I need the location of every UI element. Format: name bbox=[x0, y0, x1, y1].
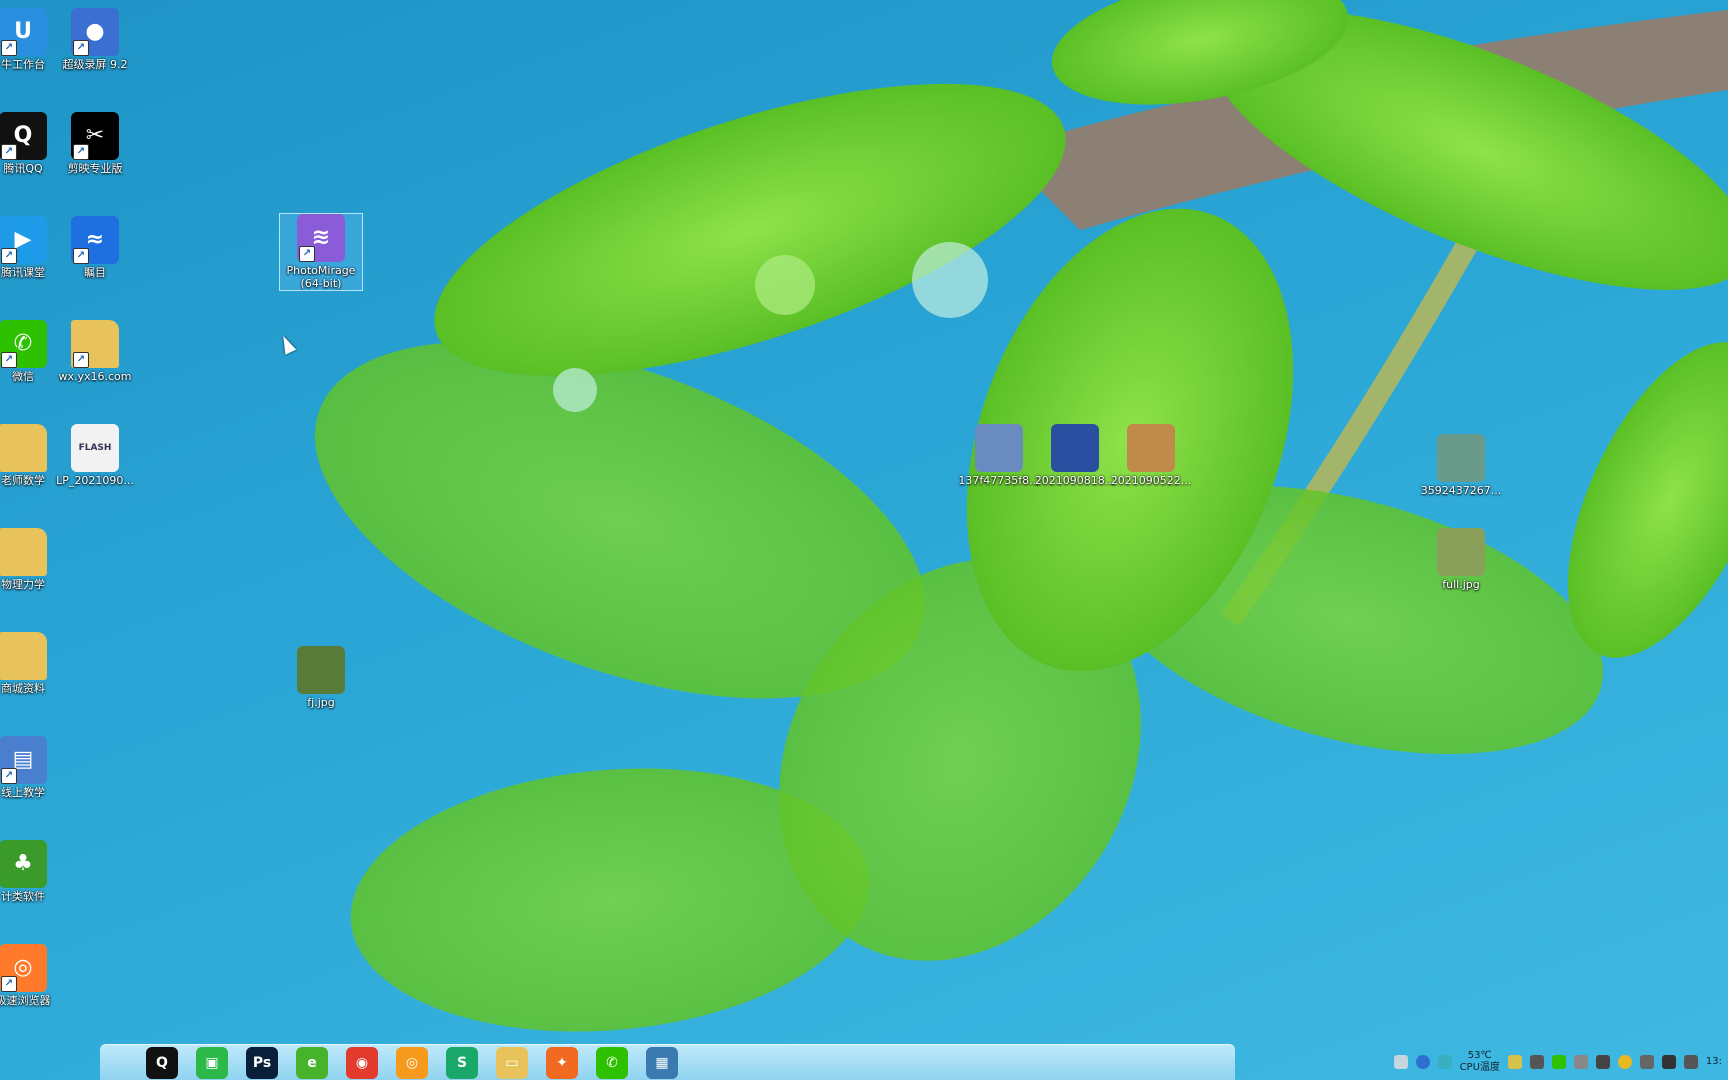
desktop-icon[interactable]: FLASH LP_2021090... bbox=[54, 424, 136, 487]
desktop-icon-label: 计类软件 bbox=[1, 890, 45, 903]
shortcut-arrow-icon: ↗ bbox=[73, 352, 89, 368]
flash-file-icon: FLASH bbox=[71, 424, 119, 472]
desktop-icon-label: 2021090522... bbox=[1110, 474, 1192, 487]
taskbar: Q ▣ Ps e ◉ ◎ S ▭ ✦ ✆ ▦ bbox=[100, 1044, 1235, 1080]
qq-taskbar-icon[interactable]: Q bbox=[146, 1046, 178, 1079]
screenshot-taskbar-icon[interactable]: ▣ bbox=[196, 1046, 228, 1079]
desktop-icon[interactable]: ≋ ↗ PhotoMirage (64-bit) bbox=[279, 213, 363, 291]
photomirage-icon: ≋ ↗ bbox=[297, 214, 345, 262]
volume-icon[interactable] bbox=[1661, 1055, 1676, 1069]
display-icon[interactable] bbox=[1639, 1055, 1654, 1069]
cpu-temp-label: CPU温度 bbox=[1459, 1062, 1500, 1073]
desktop-icon[interactable]: ↗ wx.yx16.com bbox=[54, 320, 136, 383]
folder-icon: ↗ bbox=[71, 320, 119, 368]
desktop-icon-label: 极速浏览器 bbox=[0, 994, 51, 1007]
desktop-icon-label: 2021090818... bbox=[1034, 474, 1116, 487]
desktop-icon-label: 超级录屏 9.2 bbox=[62, 58, 128, 71]
video-file-icon bbox=[1051, 424, 1099, 472]
browser-icon: ◎ ↗ bbox=[0, 944, 47, 992]
video-file-icon bbox=[975, 424, 1023, 472]
tree-icon: ♣ bbox=[0, 840, 47, 888]
network-computers-icon: ▤ ↗ bbox=[0, 736, 47, 784]
wechat-taskbar-icon[interactable]: ✆ bbox=[596, 1046, 628, 1079]
folder-icon bbox=[0, 632, 47, 680]
jianying-icon: ✂ ↗ bbox=[71, 112, 119, 160]
speed-browser-taskbar-icon[interactable]: ◎ bbox=[396, 1046, 428, 1079]
image-file-icon bbox=[1437, 434, 1485, 482]
chrome-taskbar-icon[interactable]: ◉ bbox=[346, 1046, 378, 1079]
desktop-icon-label: wx.yx16.com bbox=[58, 370, 132, 383]
workbench-icon: U ↗ bbox=[0, 8, 47, 56]
qq-penguin-icon: Q ↗ bbox=[0, 112, 47, 160]
shortcut-arrow-icon: ↗ bbox=[1, 976, 17, 992]
desktop-icon-label: 商城资料 bbox=[1, 682, 45, 695]
cpu-temperature[interactable]: 53℃ CPU温度 bbox=[1460, 1050, 1500, 1074]
browser-green-taskbar-icon[interactable]: e bbox=[296, 1046, 328, 1079]
desktop-icon[interactable]: 3592437267... bbox=[1420, 434, 1502, 497]
photo-viewer-taskbar-icon[interactable]: ▦ bbox=[646, 1046, 678, 1079]
file-explorer-taskbar-icon[interactable]: ▭ bbox=[496, 1046, 528, 1079]
shortcut-arrow-icon: ↗ bbox=[1, 768, 17, 784]
desktop-icon-label: full.jpg bbox=[1442, 578, 1480, 591]
desktop-icon-label: 3592437267... bbox=[1420, 484, 1502, 497]
image-file-icon bbox=[297, 646, 345, 694]
desktop-icon-label: 线上教学 bbox=[1, 786, 45, 799]
zhumu-icon: ≈ ↗ bbox=[71, 216, 119, 264]
shortcut-arrow-icon: ↗ bbox=[1, 352, 17, 368]
desktop-icon[interactable]: 2021090818... bbox=[1034, 424, 1116, 487]
folder-icon bbox=[0, 424, 47, 472]
cpu-temp-value: 53℃ bbox=[1467, 1050, 1492, 1061]
clock-time: 13: bbox=[1705, 1056, 1722, 1067]
wechat-icon: ✆ ↗ bbox=[0, 320, 47, 368]
image-file-icon bbox=[1437, 528, 1485, 576]
desktop-icon[interactable]: ≈ ↗ 瞩目 bbox=[54, 216, 136, 279]
desktop-icon[interactable]: ♣ 计类软件 bbox=[0, 840, 64, 903]
help-icon[interactable] bbox=[1415, 1055, 1430, 1069]
wechat-tray-icon[interactable] bbox=[1551, 1055, 1566, 1069]
tencent-classroom-icon: ▶ ↗ bbox=[0, 216, 47, 264]
shortcut-arrow-icon: ↗ bbox=[73, 144, 89, 160]
desktop-icon-label: 剪映专业版 bbox=[67, 162, 123, 175]
desktop-icon[interactable]: 商城资料 bbox=[0, 632, 64, 695]
desktop-icon[interactable]: 物理力学 bbox=[0, 528, 64, 591]
desktop-icon-label: LP_2021090... bbox=[56, 474, 134, 487]
system-tray: 53℃ CPU温度 13: bbox=[1308, 1044, 1728, 1080]
thermometer-icon[interactable] bbox=[1573, 1055, 1588, 1069]
desktop-icon[interactable]: full.jpg bbox=[1420, 528, 1502, 591]
update-icon[interactable] bbox=[1617, 1055, 1632, 1069]
desktop-icon-label: 物理力学 bbox=[1, 578, 45, 591]
shortcut-arrow-icon: ↗ bbox=[1, 144, 17, 160]
desktop-icon-label: 137f47735f8... bbox=[958, 474, 1040, 487]
shortcut-arrow-icon: ↗ bbox=[1, 40, 17, 56]
desktop-icon[interactable]: fj.jpg bbox=[280, 646, 362, 709]
shortcut-arrow-icon: ↗ bbox=[299, 246, 315, 262]
screen-recorder-icon: ● ↗ bbox=[71, 8, 119, 56]
folder-icon bbox=[0, 528, 47, 576]
desktop-icon[interactable]: 137f47735f8... bbox=[958, 424, 1040, 487]
clock[interactable]: 13: bbox=[1706, 1056, 1722, 1068]
wps-taskbar-icon[interactable]: S bbox=[446, 1046, 478, 1079]
desktop-icon[interactable]: 2021090522... bbox=[1110, 424, 1192, 487]
desktop-icon-label: fj.jpg bbox=[307, 696, 335, 709]
desktop-icon[interactable]: ✂ ↗ 剪映专业版 bbox=[54, 112, 136, 175]
firefox-taskbar-icon[interactable]: ✦ bbox=[546, 1046, 578, 1079]
shortcut-arrow-icon: ↗ bbox=[73, 40, 89, 56]
wifi-icon[interactable] bbox=[1683, 1055, 1698, 1069]
desktop-icon[interactable]: ● ↗ 超级录屏 9.2 bbox=[54, 8, 136, 71]
user-icon[interactable] bbox=[1595, 1055, 1610, 1069]
desktop-icon[interactable]: ◎ ↗ 极速浏览器 bbox=[0, 944, 64, 1007]
desktop-icon-label: 瞩目 bbox=[84, 266, 106, 279]
network-speed-icon[interactable] bbox=[1437, 1055, 1452, 1069]
video-file-icon bbox=[1127, 424, 1175, 472]
shortcut-arrow-icon: ↗ bbox=[1, 248, 17, 264]
battery-icon[interactable] bbox=[1507, 1055, 1522, 1069]
photoshop-taskbar-icon[interactable]: Ps bbox=[246, 1046, 278, 1079]
keyboard-icon[interactable] bbox=[1393, 1055, 1408, 1069]
desktop-icon-label: PhotoMirage (64-bit) bbox=[286, 264, 356, 290]
notification-bell-icon[interactable] bbox=[1529, 1055, 1544, 1069]
shortcut-arrow-icon: ↗ bbox=[73, 248, 89, 264]
desktop-icon[interactable]: ▤ ↗ 线上教学 bbox=[0, 736, 64, 799]
